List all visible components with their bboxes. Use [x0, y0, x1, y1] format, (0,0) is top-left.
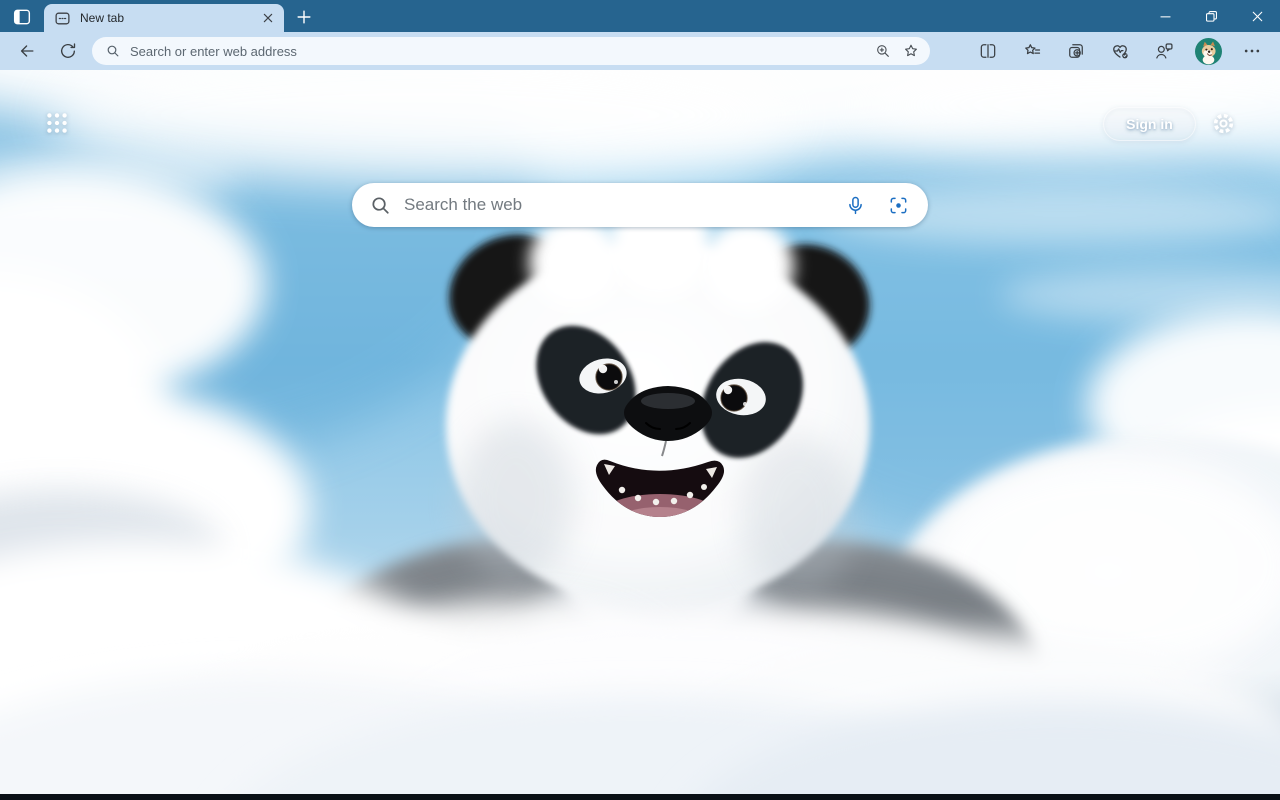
microphone-icon	[845, 195, 866, 216]
address-search-icon	[105, 43, 121, 59]
tab-close-button[interactable]	[260, 9, 278, 27]
minimize-icon	[1157, 8, 1174, 25]
title-bar: New tab	[0, 0, 1280, 32]
workspaces-icon	[11, 7, 33, 27]
grid-dots-icon	[44, 110, 70, 136]
back-arrow-icon	[17, 41, 37, 61]
browser-window: New tab	[0, 0, 1280, 800]
visual-search-camera-button[interactable]	[882, 189, 914, 221]
plus-icon	[294, 7, 314, 27]
window-controls	[1142, 0, 1280, 32]
minimize-button[interactable]	[1142, 0, 1188, 32]
new-tab-page-icon	[54, 10, 71, 27]
favorites-star-list-icon	[1022, 41, 1042, 61]
collections-button[interactable]	[1060, 35, 1092, 68]
sign-in-button[interactable]: Sign in	[1103, 107, 1196, 141]
ellipsis-icon	[1242, 41, 1262, 61]
feedback-person-chat-button[interactable]	[1148, 35, 1180, 68]
restore-icon	[1203, 8, 1220, 25]
back-button[interactable]	[10, 35, 43, 68]
favorite-this-page-button[interactable]	[897, 38, 925, 64]
browser-essentials-button[interactable]	[1104, 35, 1136, 68]
corgi-avatar	[1195, 38, 1222, 65]
new-tab-page: Sign in	[0, 70, 1280, 800]
voice-search-mic-button[interactable]	[839, 189, 871, 221]
favorites-button[interactable]	[1016, 35, 1048, 68]
web-search-box[interactable]	[352, 183, 928, 227]
refresh-button[interactable]	[51, 35, 84, 68]
new-tab-button[interactable]	[294, 7, 318, 27]
browser-essentials-heart-icon	[1110, 41, 1130, 61]
zoom-in-icon	[874, 42, 892, 60]
apps-grid-button[interactable]	[44, 110, 70, 136]
collections-icon	[1066, 41, 1086, 61]
close-icon	[260, 10, 276, 26]
zoom-page-button[interactable]	[869, 38, 897, 64]
wallpaper-panda-clouds	[0, 70, 1280, 800]
navigation-toolbar	[0, 32, 1280, 70]
gear-icon	[1210, 110, 1237, 137]
split-screen-button[interactable]	[972, 35, 1004, 68]
refresh-icon	[58, 41, 78, 61]
address-bar[interactable]	[92, 37, 930, 65]
tab-new-tab[interactable]: New tab	[44, 4, 284, 32]
web-search-input[interactable]	[404, 195, 839, 215]
split-screen-icon	[978, 41, 998, 61]
page-settings-gear-button[interactable]	[1210, 109, 1238, 137]
tab-actions-menu-button[interactable]	[11, 6, 35, 27]
tab-title: New tab	[80, 11, 260, 25]
toolbar-buttons	[972, 35, 1268, 68]
search-icon	[369, 194, 392, 217]
visual-search-icon	[888, 195, 909, 216]
close-window-button[interactable]	[1234, 0, 1280, 32]
address-input[interactable]	[130, 44, 869, 59]
close-icon	[1249, 8, 1266, 25]
profile-avatar-button[interactable]	[1192, 35, 1224, 67]
settings-menu-button[interactable]	[1236, 35, 1268, 68]
restore-button[interactable]	[1188, 0, 1234, 32]
person-chat-icon	[1154, 41, 1174, 61]
star-icon	[902, 42, 920, 60]
